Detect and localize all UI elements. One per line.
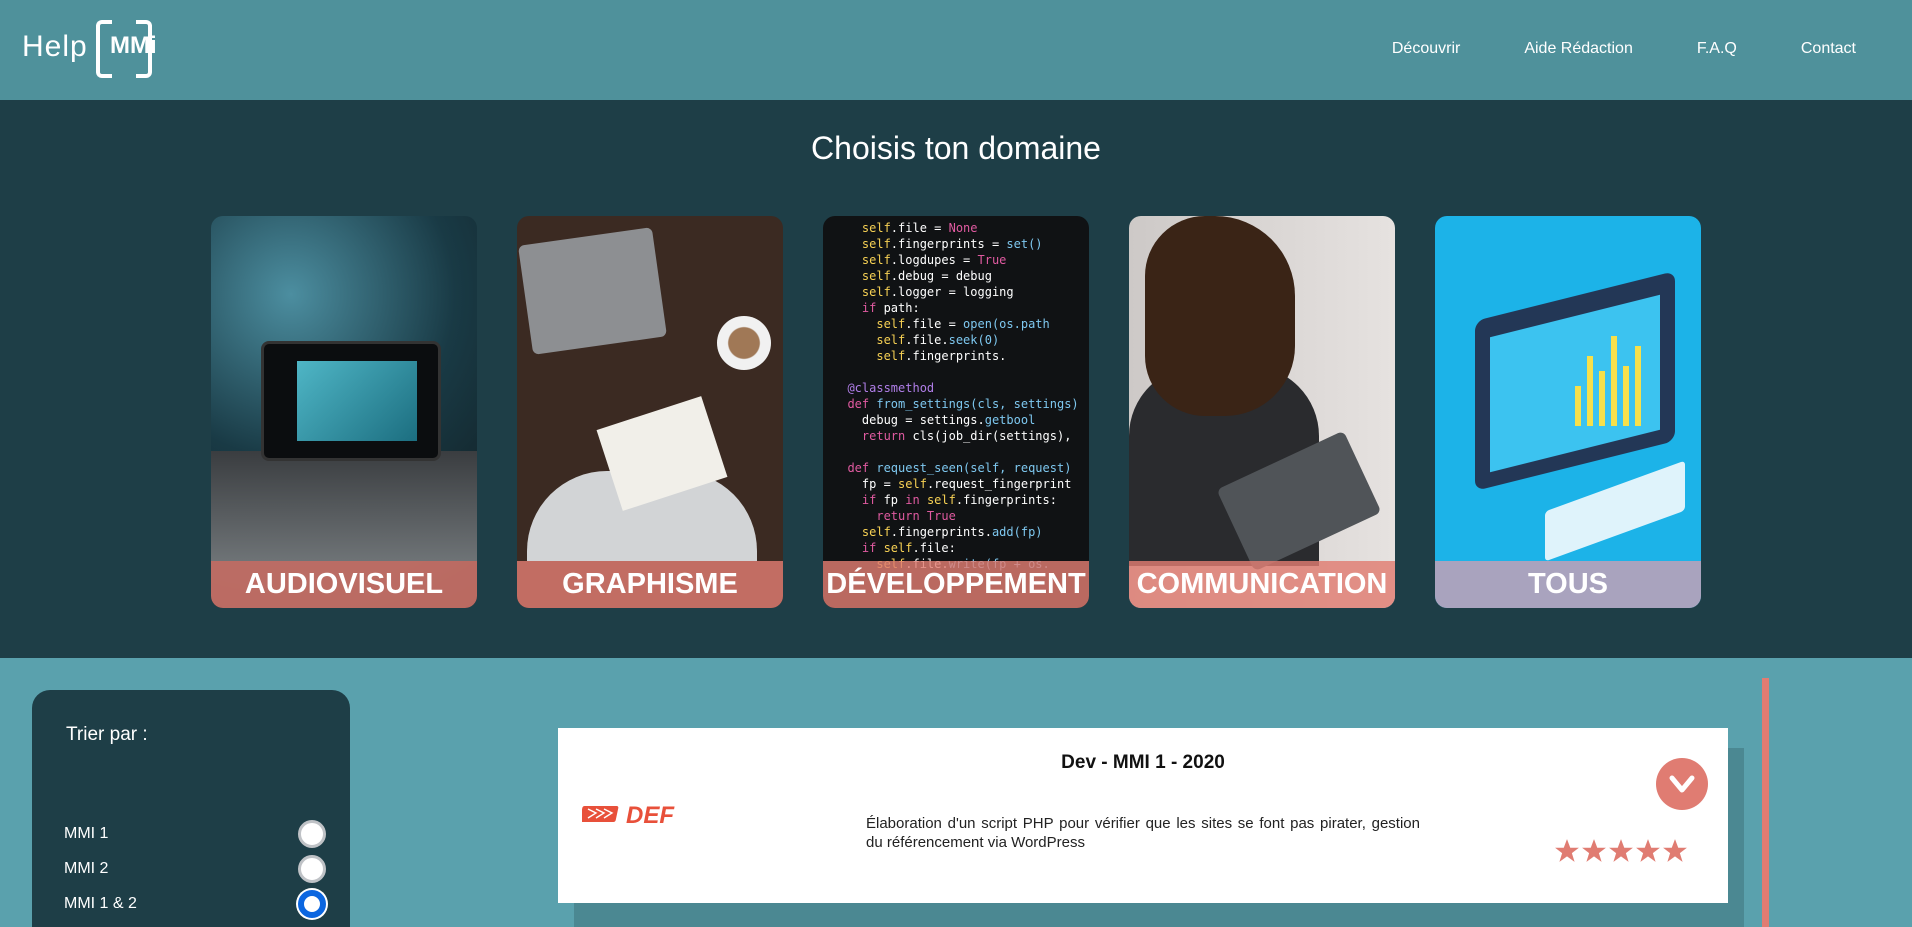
nav-faq[interactable]: F.A.Q	[1697, 40, 1737, 58]
domain-card-label: AUDIOVISUEL	[211, 561, 477, 608]
sort-option-label: MMI 1 & 2	[64, 895, 137, 912]
domain-title: Choisis ton domaine	[811, 130, 1101, 166]
company-logo-text: DEF	[626, 802, 675, 828]
radio-mmi1-2[interactable]	[298, 890, 326, 918]
domain-card-label: DÉVELOPPEMENT	[823, 561, 1089, 608]
graphisme-image	[517, 216, 783, 608]
domain-card-audiovisuel[interactable]: AUDIOVISUEL	[211, 216, 477, 608]
expand-offer-button[interactable]	[1656, 758, 1708, 810]
sort-title: Trier par :	[66, 724, 148, 745]
star-icon	[1555, 839, 1579, 862]
nav-contact[interactable]: Contact	[1801, 40, 1856, 58]
nav-decouvrir[interactable]: Découvrir	[1392, 40, 1460, 58]
developpement-image: self.file = None self.fingerprints = set…	[823, 216, 1089, 608]
domain-cards: AUDIOVISUEL GRAPHISME self.file = None s…	[211, 216, 1701, 608]
offer-title: Dev - MMI 1 - 2020	[1061, 752, 1225, 773]
site-header: Help MMi Découvrir Aide Rédaction F.A.Q …	[0, 0, 1912, 100]
logo-mmi-text: MMi	[110, 32, 157, 59]
star-icon	[1582, 839, 1606, 862]
offers-section: Trier par : MMI 1 MMI 2 MMI 1 & 2 Dev - …	[0, 658, 1912, 927]
domain-card-communication[interactable]: COMMUNICATION	[1129, 216, 1395, 608]
domain-card-label: COMMUNICATION	[1129, 561, 1395, 608]
offer-description: Élaboration d'un script PHP pour vérifie…	[866, 815, 1420, 851]
star-icon	[1609, 839, 1633, 862]
sort-option-mmi2[interactable]: MMI 2	[64, 855, 326, 883]
radio-mmi2[interactable]	[298, 855, 326, 883]
domain-card-label: TOUS	[1435, 561, 1701, 608]
help-mmi-logo[interactable]: Help MMi	[22, 18, 157, 78]
domain-card-label: GRAPHISME	[517, 561, 783, 608]
star-icon	[1636, 839, 1660, 862]
domain-section: Choisis ton domaine AUDIOVISUEL GRAPHISM…	[0, 100, 1912, 658]
sort-option-label: MMI 2	[64, 860, 109, 877]
sort-option-label: MMI 1	[64, 825, 109, 842]
communication-image	[1129, 216, 1395, 608]
sort-panel: Trier par : MMI 1 MMI 2 MMI 1 & 2	[32, 690, 350, 927]
audiovisuel-image	[211, 216, 477, 608]
company-logo: DEF	[579, 800, 710, 829]
domain-card-tous[interactable]: TOUS	[1435, 216, 1701, 608]
chevron-down-icon	[1669, 775, 1695, 793]
domain-card-developpement[interactable]: self.file = None self.fingerprints = set…	[823, 216, 1089, 608]
rating-stars	[1554, 838, 1688, 864]
sort-option-mmi1-2[interactable]: MMI 1 & 2	[64, 890, 326, 918]
logo-help-text: Help	[22, 30, 88, 63]
accent-bar	[1762, 678, 1769, 927]
star-icon	[1663, 839, 1687, 862]
tous-image	[1435, 216, 1701, 608]
sort-option-mmi1[interactable]: MMI 1	[64, 820, 326, 848]
offer-card[interactable]: Dev - MMI 1 - 2020 DEF Élaboration d'un …	[558, 728, 1728, 903]
main-nav: Découvrir Aide Rédaction F.A.Q Contact	[1392, 40, 1856, 58]
nav-aide-redaction[interactable]: Aide Rédaction	[1524, 40, 1633, 58]
radio-mmi1[interactable]	[298, 820, 326, 848]
logo-bracket-icon: MMi	[96, 20, 157, 78]
domain-card-graphisme[interactable]: GRAPHISME	[517, 216, 783, 608]
